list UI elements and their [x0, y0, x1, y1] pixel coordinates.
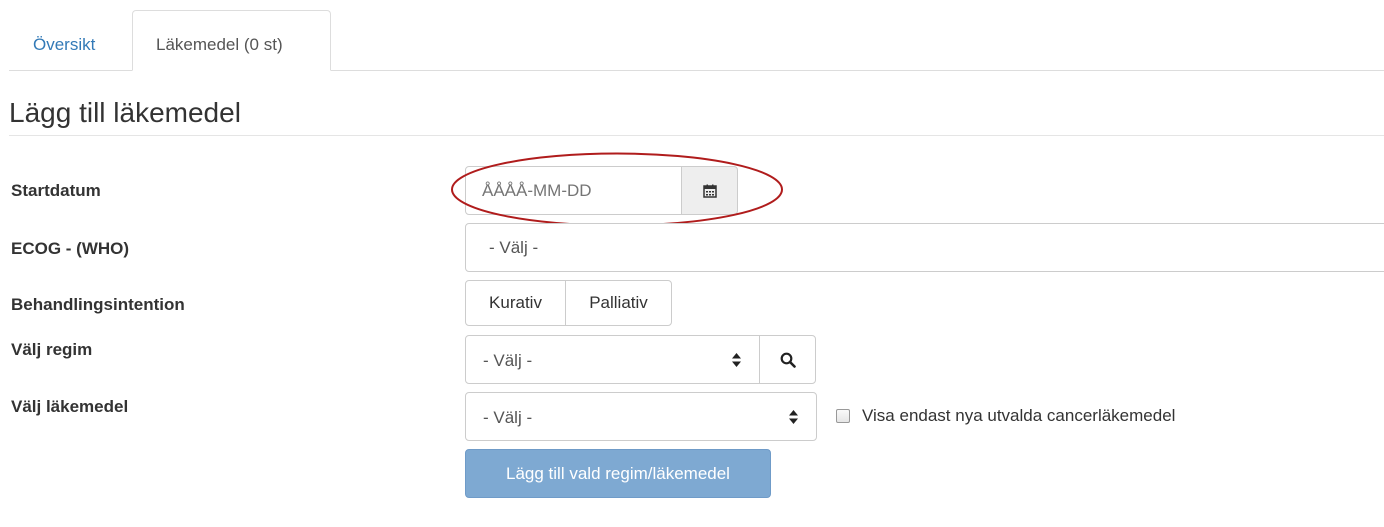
drug-label: Välj läkemedel: [11, 397, 129, 416]
drug-select[interactable]: - Välj -: [465, 392, 817, 441]
regimen-select[interactable]: - Välj -: [465, 335, 760, 384]
section-title: Lägg till läkemedel: [9, 97, 241, 128]
new-cancer-drugs-checkbox[interactable]: [836, 409, 850, 423]
intention-curative-button[interactable]: Kurativ: [465, 280, 566, 326]
search-icon: [780, 352, 796, 368]
drug-select-value: - Välj -: [483, 408, 533, 427]
regimen-select-value: - Välj -: [483, 351, 533, 370]
tab-overview[interactable]: Översikt: [33, 35, 95, 55]
calendar-button[interactable]: [681, 166, 738, 215]
regimen-search-button[interactable]: [759, 335, 816, 384]
start-date-label: Startdatum: [11, 181, 101, 200]
tab-medications[interactable]: Läkemedel (0 st): [132, 10, 331, 71]
new-cancer-drugs-checkbox-label[interactable]: Visa endast nya utvalda cancerläkemedel: [862, 406, 1175, 426]
select-arrows-icon: [789, 409, 798, 424]
regimen-label: Välj regim: [11, 340, 93, 359]
ecog-select-value: - Välj -: [489, 238, 539, 257]
section-divider: [9, 135, 1384, 136]
intention-label: Behandlingsintention: [11, 295, 185, 314]
intention-palliative-button[interactable]: Palliativ: [565, 280, 672, 326]
select-arrows-icon: [732, 352, 741, 367]
start-date-input[interactable]: [465, 166, 682, 215]
ecog-label: ECOG - (WHO): [11, 239, 130, 258]
calendar-icon: [702, 184, 717, 198]
add-regimen-drug-button[interactable]: Lägg till vald regim/läkemedel: [465, 449, 771, 498]
tab-bar: Översikt Läkemedel (0 st): [0, 0, 1384, 71]
ecog-select[interactable]: - Välj -: [465, 223, 1384, 272]
